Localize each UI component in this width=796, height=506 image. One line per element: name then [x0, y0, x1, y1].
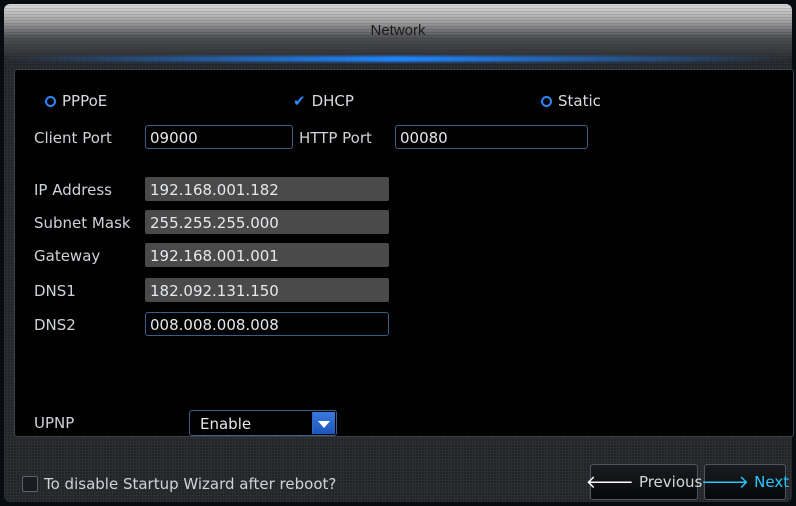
- gateway-row: Gateway 192.168.001.001: [15, 243, 415, 269]
- gateway-field: 192.168.001.001: [145, 243, 389, 267]
- dns1-label: DNS1: [34, 282, 76, 300]
- mode-option-label: Static: [558, 92, 601, 110]
- next-button[interactable]: 🡒 Next: [700, 464, 790, 500]
- arrow-left-icon: 🡐: [585, 471, 634, 493]
- network-settings-panel: PPPoE ✔ DHCP Static Client Port 09000 HT…: [14, 69, 794, 437]
- dns2-input[interactable]: 008.008.008.008: [145, 312, 389, 336]
- previous-label: Previous: [638, 473, 703, 491]
- mode-option-label: DHCP: [311, 92, 354, 110]
- dns1-field: 182.092.131.150: [145, 278, 389, 302]
- ip-address-row: IP Address 192.168.001.182: [15, 177, 415, 203]
- upnp-row: UPNP Enable: [15, 410, 415, 436]
- ports-row: Client Port 09000 HTTP Port 00080: [15, 125, 793, 151]
- client-port-input[interactable]: 09000: [145, 125, 293, 149]
- window-title: Network: [370, 22, 426, 39]
- checkmark-icon: ✔: [293, 92, 306, 110]
- http-port-input[interactable]: 00080: [395, 125, 588, 149]
- disable-wizard-checkbox[interactable]: To disable Startup Wizard after reboot?: [22, 475, 336, 493]
- previous-button[interactable]: 🡐 Previous: [586, 464, 702, 500]
- checkbox-icon[interactable]: [22, 476, 38, 492]
- http-port-label: HTTP Port: [299, 129, 372, 147]
- mode-option-dhcp[interactable]: ✔ DHCP: [293, 92, 354, 110]
- radio-circle-icon: [541, 95, 552, 107]
- subnet-mask-field: 255.255.255.000: [145, 210, 389, 234]
- chevron-down-icon[interactable]: [312, 412, 335, 434]
- title-glow-divider: [4, 56, 792, 62]
- mode-option-static[interactable]: Static: [541, 92, 601, 110]
- upnp-select[interactable]: Enable: [189, 410, 337, 436]
- dns2-label: DNS2: [34, 316, 76, 334]
- gateway-label: Gateway: [34, 247, 101, 265]
- subnet-mask-row: Subnet Mask 255.255.255.000: [15, 210, 415, 236]
- mode-option-label: PPPoE: [62, 92, 108, 110]
- client-port-label: Client Port: [34, 129, 112, 147]
- mode-option-pppoe[interactable]: PPPoE: [45, 92, 107, 110]
- radio-circle-icon: [45, 95, 56, 107]
- disable-wizard-label: To disable Startup Wizard after reboot?: [44, 475, 337, 493]
- subnet-mask-label: Subnet Mask: [34, 214, 131, 232]
- upnp-label: UPNP: [34, 414, 75, 432]
- next-label: Next: [754, 473, 790, 491]
- upnp-selected-value: Enable: [200, 415, 252, 433]
- dns2-row: DNS2 008.008.008.008: [15, 312, 415, 338]
- ip-address-field: 192.168.001.182: [145, 177, 389, 201]
- arrow-right-icon: 🡒: [700, 471, 750, 493]
- ip-address-label: IP Address: [34, 181, 112, 199]
- title-bar: Network: [4, 4, 792, 62]
- dns1-row: DNS1 182.092.131.150: [15, 278, 415, 304]
- network-mode-selector: PPPoE ✔ DHCP Static: [15, 92, 793, 114]
